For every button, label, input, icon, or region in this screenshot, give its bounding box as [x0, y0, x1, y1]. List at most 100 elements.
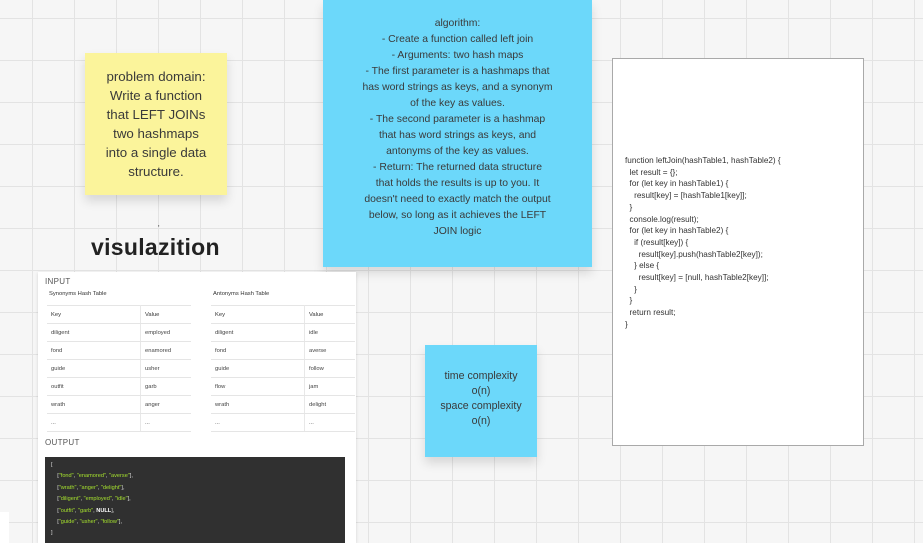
note-line: two hashmaps: [113, 126, 199, 141]
note-line: problem domain:: [106, 69, 206, 84]
note-line: doesn't need to exactly match the output: [364, 194, 551, 205]
code-text: function leftJoin(hashTable1, hashTable2…: [625, 156, 781, 329]
output-value: NULL: [96, 507, 112, 514]
note-line: JOIN logic: [433, 226, 482, 237]
output-value: "enamored": [76, 473, 106, 480]
table-cell: employed: [140, 323, 191, 342]
visualization-heading[interactable]: visulazition: [91, 234, 220, 261]
output-value: "anger": [79, 484, 98, 491]
sticky-note-complexity[interactable]: time complexity o(n) space complexity o(n): [425, 345, 537, 457]
table-row: fond enamored: [47, 341, 191, 360]
table-cell: enamored: [140, 341, 191, 360]
table-cell: ...: [211, 413, 305, 432]
table-cell: idle: [304, 323, 355, 342]
note-line: into a single data: [105, 145, 207, 160]
table-cell: wrath: [47, 395, 141, 414]
table-cell: guide: [47, 359, 141, 378]
output-row: ["fond", "enamored", "averse"],: [51, 473, 133, 480]
note-line: o(n): [471, 415, 491, 427]
table-cell: ...: [47, 413, 141, 432]
note-line: algorithm:: [434, 18, 481, 29]
output-row: ["diligent", "employed", "idle"],: [51, 496, 131, 503]
column-header: Value: [304, 305, 355, 324]
table-header-row: Key Value: [211, 305, 355, 324]
input-label: INPUT: [45, 277, 71, 286]
table-row: flow jam: [211, 377, 355, 396]
note-line: time complexity: [444, 370, 518, 382]
output-row: ["outfit", "garb", NULL],: [51, 507, 115, 514]
output-value: "delight": [100, 484, 122, 491]
table-cell: wrath: [211, 395, 305, 414]
output-value: "averse": [109, 473, 130, 480]
sticky-note-algorithm[interactable]: algorithm: - Create a function called lef…: [323, 0, 592, 267]
output-value: "employed": [83, 496, 112, 503]
output-label: OUTPUT: [45, 438, 80, 447]
table-cell: jam: [304, 377, 355, 396]
note-line: - Return: The returned data structure: [372, 162, 543, 173]
output-value: "wrath": [58, 484, 77, 491]
table-cell: ...: [304, 413, 355, 432]
stray-mark: ': [158, 224, 160, 233]
note-line: that LEFT JOINs: [106, 107, 206, 122]
table-row: fond averse: [211, 341, 355, 360]
table-cell: diligent: [47, 323, 141, 342]
output-value: "garb": [78, 507, 94, 514]
table-row: diligent idle: [211, 323, 355, 342]
antonyms-table-title: Antonyms Hash Table: [213, 291, 270, 297]
note-line: o(n): [471, 385, 491, 397]
code-frame[interactable]: function leftJoin(hashTable1, hashTable2…: [612, 58, 864, 446]
table-cell: fond: [211, 341, 305, 360]
table-row: ......: [211, 413, 355, 432]
table-cell: ...: [140, 413, 191, 432]
output-value: "usher": [79, 519, 98, 526]
output-code-block: [ ["fond", "enamored", "averse"], ["wrat…: [45, 457, 345, 543]
output-value: "follow": [100, 519, 119, 526]
table-cell: averse: [304, 341, 355, 360]
table-cell: follow: [304, 359, 355, 378]
antonyms-table: Antonyms Hash Table Key Value diligent id…: [211, 291, 355, 432]
note-line: space complexity: [440, 400, 522, 412]
table-cell: outfit: [47, 377, 141, 396]
table-cell: delight: [304, 395, 355, 414]
note-line: Write a function: [109, 88, 203, 103]
visualization-image[interactable]: INPUT Synonyms Hash Table Key Value dili…: [38, 272, 356, 543]
table-cell: diligent: [211, 323, 305, 342]
output-value: "idle": [114, 496, 128, 503]
note-line: below, so long as it achieves the LEFT: [368, 210, 547, 221]
synonyms-table: Synonyms Hash Table Key Value diligent em…: [47, 291, 191, 432]
output-bracket: ]: [51, 530, 53, 537]
table-cell: anger: [140, 395, 191, 414]
table-row: diligent employed: [47, 323, 191, 342]
note-line: that holds the results is up to you. It: [375, 178, 540, 189]
output-bracket: [: [51, 462, 53, 468]
output-value: "guide": [58, 519, 77, 526]
column-header: Value: [140, 305, 191, 324]
table-row: guide follow: [211, 359, 355, 378]
table-row: outfit garb: [47, 377, 191, 396]
offscreen-element: [0, 512, 9, 543]
table-cell: usher: [140, 359, 191, 378]
table-row: wrath anger: [47, 395, 191, 414]
table-cell: fond: [47, 341, 141, 360]
note-line: has word strings as keys, and a synonym: [362, 82, 553, 93]
table-row: ......: [47, 413, 191, 432]
sticky-note-problem-domain[interactable]: problem domain: Write a function that LEFT…: [85, 53, 227, 195]
table-header-row: Key Value: [47, 305, 191, 324]
output-value: "diligent": [58, 496, 81, 503]
note-line: structure.: [128, 164, 184, 179]
table-cell: garb: [140, 377, 191, 396]
column-header: Key: [47, 305, 141, 324]
note-line: that has word strings as keys, and: [378, 130, 537, 141]
table-row: guide usher: [47, 359, 191, 378]
note-line: of the key as values.: [410, 98, 505, 109]
column-header: Key: [211, 305, 305, 324]
note-line: - The first parameter is a hashmaps that: [365, 66, 550, 77]
note-line: antonyms of the key as values.: [386, 146, 529, 157]
output-value: "fond": [58, 473, 74, 480]
output-row: ["wrath", "anger", "delight"],: [51, 484, 125, 491]
note-line: - The second parameter is a hashmap: [369, 114, 546, 125]
output-row: ["guide", "usher", "follow"],: [51, 519, 123, 526]
table-row: wrath delight: [211, 395, 355, 414]
note-line: - Create a function called left join: [381, 34, 534, 45]
note-line: - Arguments: two hash maps: [391, 50, 524, 61]
